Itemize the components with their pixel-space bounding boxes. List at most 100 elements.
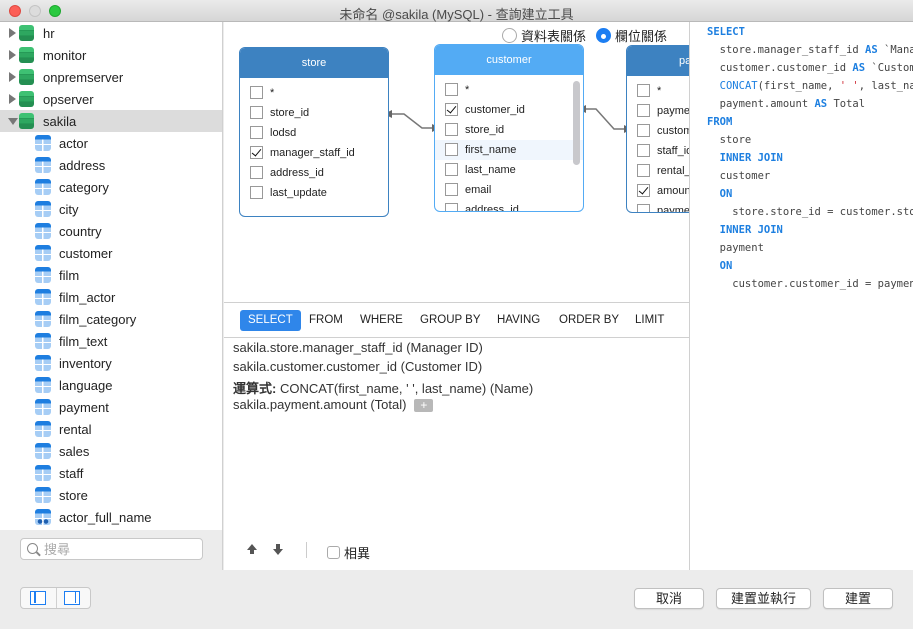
sidebar-table-address[interactable]: address [0, 154, 222, 176]
search-box[interactable] [20, 538, 203, 560]
sidebar-table-city[interactable]: city [0, 198, 222, 220]
entity-field[interactable]: staff_id [627, 141, 689, 161]
entity-header[interactable]: payment [627, 46, 689, 76]
sidebar-table-payment[interactable]: payment [0, 396, 222, 418]
sidebar-database-opserver[interactable]: opserver [0, 88, 222, 110]
select-field-item[interactable]: 運算式: CONCAT(first_name, ' ', last_name) … [233, 378, 533, 397]
entity-header[interactable]: customer [435, 45, 583, 75]
entity-header[interactable]: store [240, 48, 388, 78]
add-field-button[interactable]: + [414, 399, 434, 413]
move-down-icon[interactable] [272, 544, 284, 556]
sidebar-table-staff[interactable]: staff [0, 462, 222, 484]
field-checkbox[interactable] [637, 104, 650, 117]
sidebar-table-category[interactable]: category [0, 176, 222, 198]
sidebar-table-film_actor[interactable]: film_actor [0, 286, 222, 308]
move-up-icon[interactable] [246, 544, 258, 556]
tab-from[interactable]: FROM [301, 310, 351, 331]
tab-order-by[interactable]: ORDER BY [551, 310, 627, 331]
field-checkbox[interactable] [445, 103, 458, 116]
field-checkbox[interactable] [637, 84, 650, 97]
entity-field[interactable]: lodsd [240, 123, 388, 143]
field-checkbox[interactable] [250, 106, 263, 119]
field-checkbox[interactable] [250, 126, 263, 139]
entity-field[interactable]: address_id [240, 163, 388, 183]
entity-field[interactable]: last_name [435, 160, 583, 180]
sidebar-table-store[interactable]: store [0, 484, 222, 506]
disclosure-open-icon[interactable] [8, 118, 18, 125]
sidebar-table-rental[interactable]: rental [0, 418, 222, 440]
field-checkbox[interactable] [445, 183, 458, 196]
entity-field[interactable]: last_update [240, 183, 388, 203]
build-and-run-button[interactable]: 建置並執行 [716, 588, 811, 609]
select-field-item[interactable]: sakila.payment.amount (Total) + [233, 397, 434, 413]
disclosure-closed-icon[interactable] [9, 72, 16, 82]
sidebar-database-onpremserver[interactable]: onpremserver [0, 66, 222, 88]
entity-field[interactable]: manager_staff_id [240, 143, 388, 163]
select-field-item[interactable]: sakila.customer.customer_id (Customer ID… [233, 359, 482, 374]
entity-field[interactable]: email [435, 180, 583, 200]
distinct-checkbox-box[interactable] [327, 546, 340, 559]
entity-field[interactable]: customer_id [435, 100, 583, 120]
field-checkbox[interactable] [445, 163, 458, 176]
distinct-checkbox[interactable]: 相異 [327, 543, 370, 562]
sidebar-table-actor_full_name[interactable]: actor_full_name [0, 506, 222, 528]
field-checkbox[interactable] [637, 204, 650, 212]
field-checkbox[interactable] [637, 184, 650, 197]
entity-customer[interactable]: customer * customer_id store_id first_name la… [434, 44, 584, 212]
sidebar-table-sales[interactable]: sales [0, 440, 222, 462]
tab-group-by[interactable]: GROUP BY [412, 310, 489, 331]
field-checkbox[interactable] [250, 86, 263, 99]
sidebar-table-country[interactable]: country [0, 220, 222, 242]
sidebar-table-film_text[interactable]: film_text [0, 330, 222, 352]
select-field-item[interactable]: sakila.store.manager_staff_id (Manager I… [233, 340, 483, 355]
tab-where[interactable]: WHERE [352, 310, 411, 331]
field-checkbox[interactable] [250, 186, 263, 199]
sidebar-table-actor[interactable]: actor [0, 132, 222, 154]
sidebar-table-film[interactable]: film [0, 264, 222, 286]
sidebar-table-language[interactable]: language [0, 374, 222, 396]
search-input[interactable] [44, 541, 194, 557]
entity-field[interactable]: payment_id [627, 101, 689, 121]
sql-preview-pane[interactable]: SELECT store.manager_staff_id AS `Manage… [689, 22, 913, 570]
disclosure-closed-icon[interactable] [9, 50, 16, 60]
sidebar-table-inventory[interactable]: inventory [0, 352, 222, 374]
sidebar-table-customer[interactable]: customer [0, 242, 222, 264]
tab-having[interactable]: HAVING [489, 310, 548, 331]
entity-field[interactable]: customer_id [627, 121, 689, 141]
diagram-canvas[interactable]: 資料表關係 欄位關係 store * store_id lodsd manager_sta… [224, 22, 689, 303]
field-checkbox[interactable] [445, 123, 458, 136]
entity-field[interactable]: amount [627, 181, 689, 201]
entity-field[interactable]: * [627, 81, 689, 101]
tab-select[interactable]: SELECT [240, 310, 301, 331]
toggle-right-pane-button[interactable] [64, 591, 82, 605]
tab-limit[interactable]: LIMIT [627, 310, 672, 331]
sidebar-database-hr[interactable]: hr [0, 22, 222, 44]
field-checkbox[interactable] [637, 164, 650, 177]
disclosure-closed-icon[interactable] [9, 28, 16, 38]
entity-field[interactable]: * [240, 83, 388, 103]
field-checkbox[interactable] [445, 83, 458, 96]
field-checkbox[interactable] [250, 166, 263, 179]
entity-scrollbar[interactable] [573, 81, 580, 165]
entity-field[interactable]: rental_id [627, 161, 689, 181]
field-checkbox[interactable] [637, 144, 650, 157]
toggle-left-pane-button[interactable] [30, 591, 48, 605]
disclosure-closed-icon[interactable] [9, 94, 16, 104]
entity-field[interactable]: store_id [240, 103, 388, 123]
sidebar-table-film_category[interactable]: film_category [0, 308, 222, 330]
entity-payment[interactable]: payment * payment_id customer_id staff_idren… [626, 45, 689, 213]
field-checkbox[interactable] [637, 124, 650, 137]
cancel-button[interactable]: 取消 [634, 588, 704, 609]
entity-store[interactable]: store * store_id lodsd manager_staff_id addre… [239, 47, 389, 217]
sidebar-database-monitor[interactable]: monitor [0, 44, 222, 66]
entity-field[interactable]: * [435, 80, 583, 100]
sidebar-database-sakila[interactable]: sakila [0, 110, 222, 132]
entity-field[interactable]: store_id [435, 120, 583, 140]
field-checkbox[interactable] [250, 146, 263, 159]
build-button[interactable]: 建置 [823, 588, 893, 609]
entity-field[interactable]: first_name [435, 140, 583, 160]
entity-field[interactable]: address_id [435, 200, 583, 211]
field-checkbox[interactable] [445, 143, 458, 156]
field-checkbox[interactable] [445, 203, 458, 211]
entity-field[interactable]: payment_date [627, 201, 689, 212]
